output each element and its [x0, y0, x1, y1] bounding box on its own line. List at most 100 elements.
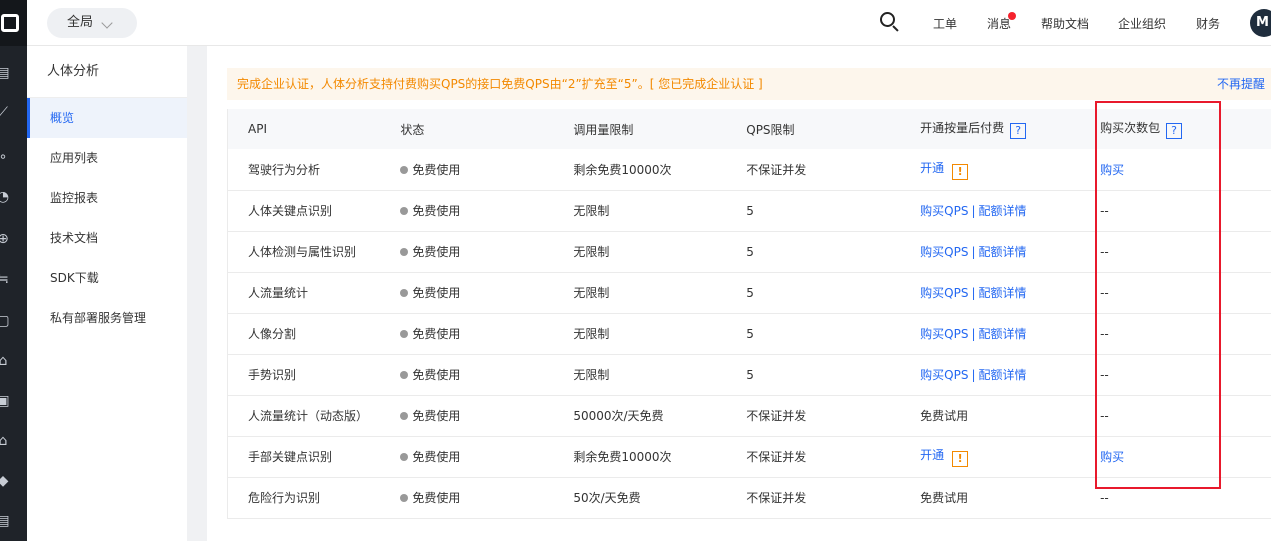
- highlight-box: [1095, 101, 1221, 489]
- col-qps-limit: QPS限制: [746, 109, 921, 149]
- buy-qps-link[interactable]: 购买QPS: [920, 245, 968, 259]
- status-dot-icon: [400, 330, 409, 338]
- status-dot-icon: [400, 453, 409, 461]
- status-text: 免费使用: [412, 368, 461, 382]
- status-cell: 免费使用: [400, 395, 574, 437]
- col-status: 状态: [400, 109, 574, 149]
- sidebar-item-sdk-download[interactable]: SDK下载: [27, 258, 187, 298]
- product-sidebar: 人体分析 概览 应用列表 监控报表 技术文档 SDK下载 私有部署服务管理: [27, 46, 187, 541]
- qps-limit: 不保证并发: [746, 395, 921, 437]
- search-icon[interactable]: [880, 12, 900, 32]
- quota-detail-link[interactable]: 配额详情: [979, 204, 1027, 218]
- sidebar-item-private-deploy[interactable]: 私有部署服务管理: [27, 298, 187, 338]
- logo-icon[interactable]: [0, 0, 27, 46]
- api-name: 人像分割: [227, 313, 401, 355]
- storage-icon[interactable]: ◔: [0, 188, 12, 206]
- status-text: 免费使用: [412, 409, 461, 423]
- col-postpaid-label: 开通按量后付费: [920, 121, 1005, 135]
- status-cell: 免费使用: [400, 190, 574, 232]
- api-name: 人体关键点识别: [227, 190, 401, 232]
- panel-icon[interactable]: ▢: [0, 312, 12, 330]
- home-icon[interactable]: ⌂: [0, 432, 12, 450]
- enable-link[interactable]: 开通: [920, 161, 944, 175]
- quota-detail-link[interactable]: 配额详情: [979, 327, 1027, 341]
- status-cell: 免费使用: [400, 354, 574, 396]
- postpaid-cell: 购买QPS | 配额详情: [920, 231, 1101, 273]
- sidebar-item-app-list[interactable]: 应用列表: [27, 138, 187, 178]
- col-postpaid: 开通按量后付费?: [920, 109, 1101, 149]
- dismiss-link[interactable]: 不再提醒: [1217, 68, 1265, 100]
- compute-icon[interactable]: ⟋: [0, 104, 12, 122]
- call-limit: 无限制: [573, 272, 747, 314]
- sidebar-title: 人体分析: [27, 46, 187, 98]
- buy-qps-link[interactable]: 购买QPS: [920, 368, 968, 382]
- buy-qps-link[interactable]: 购买QPS: [920, 204, 968, 218]
- buy-qps-link[interactable]: 购买QPS: [920, 286, 968, 300]
- postpaid-cell: 免费试用: [920, 395, 1101, 437]
- status-text: 免费使用: [412, 327, 461, 341]
- dashboard-icon[interactable]: ▤: [0, 64, 12, 82]
- postpaid-cell: 购买QPS | 配额详情: [920, 190, 1101, 232]
- notice-text: 完成企业认证，人体分析支持付费购买QPS的接口免费QPS由“2”扩充至“5”。[…: [237, 77, 763, 91]
- nav-finance[interactable]: 财务: [1196, 15, 1220, 32]
- buy-qps-link[interactable]: 购买QPS: [920, 327, 968, 341]
- help-icon[interactable]: ?: [1010, 123, 1027, 139]
- globe-icon[interactable]: ⊕: [0, 230, 12, 248]
- call-limit: 无限制: [573, 190, 747, 232]
- status-text: 免费使用: [412, 245, 461, 259]
- status-dot-icon: [400, 289, 409, 297]
- top-bar: 全局 工单 消息 帮助文档 企业组织 财务 M: [27, 0, 1271, 46]
- status-text: 免费使用: [412, 162, 461, 177]
- col-call-limit: 调用量限制: [573, 109, 747, 149]
- avatar[interactable]: M: [1250, 9, 1271, 37]
- warning-icon[interactable]: !: [952, 451, 969, 467]
- postpaid-cell: 开通!: [920, 149, 1101, 191]
- status-dot-icon: [400, 165, 409, 174]
- nav-enterprise-org[interactable]: 企业组织: [1118, 15, 1166, 32]
- qps-limit: 不保证并发: [746, 477, 921, 519]
- qps-limit: 5: [746, 190, 921, 232]
- global-nav-rail: ▤ ⟋ ∘ ◔ ⊕ ≒ ▢ ⌂ ▣ ⌂ ◆ ▤: [0, 0, 27, 541]
- qps-limit: 5: [746, 272, 921, 314]
- api-name: 手势识别: [227, 354, 401, 396]
- status-cell: 免费使用: [400, 477, 574, 519]
- panel-divider: [187, 46, 207, 541]
- call-limit: 无限制: [573, 313, 747, 355]
- api-name: 危险行为识别: [227, 477, 401, 519]
- postpaid-cell: 购买QPS | 配额详情: [920, 272, 1101, 314]
- shield-icon[interactable]: ◆: [0, 472, 12, 490]
- status-dot-icon: [400, 494, 409, 502]
- call-limit: 无限制: [573, 354, 747, 396]
- scope-selector[interactable]: 全局: [47, 8, 137, 38]
- quota-detail-link[interactable]: 配额详情: [979, 286, 1027, 300]
- nav-ticket[interactable]: 工单: [933, 15, 957, 32]
- postpaid-cell: 购买QPS | 配额详情: [920, 313, 1101, 355]
- network-icon[interactable]: ∘: [0, 148, 12, 166]
- monitor-icon[interactable]: ▣: [0, 392, 12, 410]
- call-limit: 无限制: [573, 231, 747, 273]
- chevron-down-icon: [101, 17, 113, 29]
- scope-label: 全局: [67, 15, 94, 30]
- postpaid-cell: 免费试用: [920, 477, 1101, 519]
- message-badge: [1008, 12, 1016, 20]
- call-limit: 剩余免费10000次: [573, 149, 747, 191]
- status-text: 免费使用: [412, 450, 461, 464]
- sidebar-item-monitor-report[interactable]: 监控报表: [27, 178, 187, 218]
- status-dot-icon: [400, 207, 409, 215]
- grid-icon[interactable]: ▤: [0, 512, 12, 530]
- status-dot-icon: [400, 248, 409, 256]
- enable-link[interactable]: 开通: [920, 448, 944, 462]
- security-icon[interactable]: ⌂: [0, 352, 12, 370]
- postpaid-cell: 开通!: [920, 436, 1101, 478]
- notice-banner: 完成企业认证，人体分析支持付费购买QPS的接口免费QPS由“2”扩充至“5”。[…: [227, 68, 1271, 100]
- warning-icon[interactable]: !: [952, 163, 969, 180]
- sidebar-item-overview[interactable]: 概览: [27, 98, 187, 138]
- ai-icon[interactable]: ≒: [0, 270, 12, 288]
- quota-detail-link[interactable]: 配额详情: [979, 368, 1027, 382]
- qps-limit: 5: [746, 231, 921, 273]
- quota-detail-link[interactable]: 配额详情: [979, 245, 1027, 259]
- sidebar-item-tech-docs[interactable]: 技术文档: [27, 218, 187, 258]
- status-dot-icon: [400, 412, 409, 420]
- status-cell: 免费使用: [400, 313, 574, 355]
- nav-help-docs[interactable]: 帮助文档: [1041, 15, 1089, 32]
